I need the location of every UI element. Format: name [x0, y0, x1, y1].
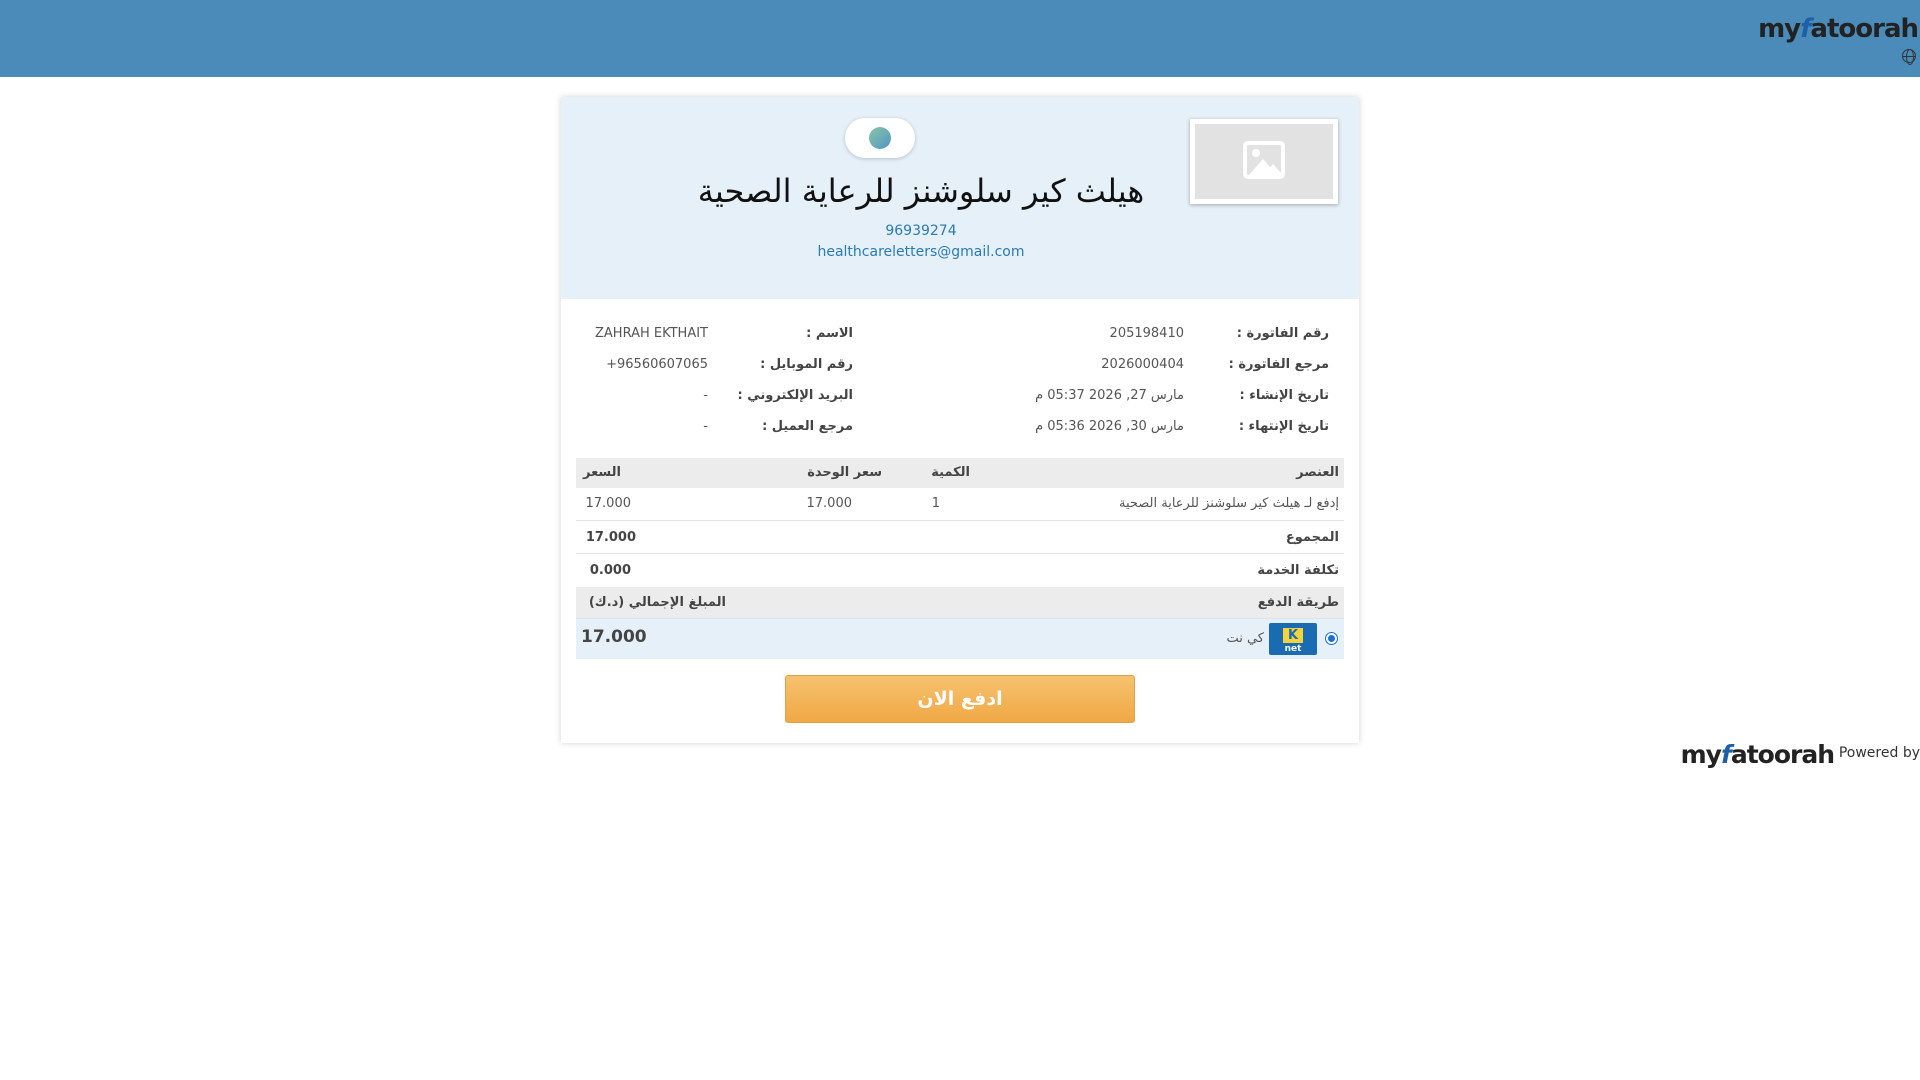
row-item: إدفع لـ هيلث كير سلوشنز للرعاية الصحية	[1118, 496, 1339, 511]
header-unit-price: سعر الوحدة	[807, 465, 882, 480]
knet-logo-icon: K net	[1269, 623, 1317, 655]
total-amount-label: المبلغ الإجمالي (د.ك)	[588, 595, 726, 610]
theme-toggle-button[interactable]	[845, 118, 915, 158]
footer-brand-mark: f	[1720, 740, 1732, 769]
merchant-phone[interactable]: 96939274	[601, 223, 1241, 239]
image-placeholder-icon	[1243, 141, 1285, 179]
powered-by-text: Powered by	[1838, 745, 1920, 761]
knet-label: كي نت	[1226, 631, 1264, 646]
customer-email-label: البريد الإلكتروني :	[737, 388, 853, 403]
payment-option-knet[interactable]: K net كي نت 17.000	[576, 618, 1344, 659]
header-item: العنصر	[1296, 465, 1339, 480]
theme-toggle-icon	[869, 127, 891, 149]
subtotal-value: 17.000	[585, 530, 636, 545]
myfatoorah-logo[interactable]: myfatoorah	[1758, 14, 1919, 44]
service-fee-value: 0.000	[589, 563, 631, 578]
row-price: 17.000	[585, 496, 632, 511]
invoice-number-label: رقم الفاتورة :	[1236, 326, 1329, 341]
merchant-name: هيلث كير سلوشنز للرعاية الصحية	[697, 172, 1145, 210]
invoice-reference-value: 2026000404	[1101, 357, 1184, 372]
service-fee-row: تكلفة الخدمة 0.000	[576, 554, 1344, 587]
powered-by: Powered by myfatoorah	[1680, 740, 1920, 770]
brand-mark: f	[1800, 14, 1811, 44]
pay-now-button[interactable]: ادفع الان	[785, 675, 1135, 723]
created-date-label: تاريخ الإنشاء :	[1239, 388, 1329, 403]
customer-mobile-value: +96560607065	[606, 357, 708, 372]
row-quantity: 1	[931, 496, 940, 511]
footer-myfatoorah-logo[interactable]: myfatoorah	[1680, 740, 1835, 769]
customer-reference-value: -	[703, 419, 708, 434]
knet-logo-letter: K	[1283, 628, 1303, 643]
footer-brand-suffix: atoorah	[1730, 740, 1835, 769]
service-fee-label: تكلفة الخدمة	[1257, 563, 1339, 578]
created-date-value: مارس 27, 2026 05:37 م	[1035, 388, 1184, 403]
globe-icon[interactable]	[1902, 49, 1916, 65]
customer-name-label: الاسم :	[806, 326, 853, 341]
merchant-email[interactable]: healthcareletters@gmail.com	[601, 244, 1241, 260]
invoice-reference-label: مرجع الفاتورة :	[1228, 357, 1329, 372]
invoice-card: هيلث كير سلوشنز للرعاية الصحية 96939274 …	[561, 97, 1359, 743]
knet-logo-word: net	[1284, 644, 1302, 654]
header-quantity: الكمية	[931, 465, 970, 480]
customer-mobile-label: رقم الموبايل :	[760, 357, 853, 372]
customer-name-value: ZAHRAH EKTHAIT	[595, 326, 708, 341]
subtotal-label: المجموع	[1285, 530, 1339, 545]
knet-radio[interactable]	[1325, 632, 1338, 645]
customer-email-value: -	[703, 388, 708, 403]
invoice-number-value: 205198410	[1109, 326, 1184, 341]
table-row: إدفع لـ هيلث كير سلوشنز للرعاية الصحية 1…	[576, 488, 1344, 521]
subtotal-row: المجموع 17.000	[576, 521, 1344, 554]
row-unit-price: 17.000	[806, 496, 853, 511]
total-amount-value: 17.000	[581, 627, 647, 647]
brand-suffix: atoorah	[1810, 14, 1919, 44]
brand-prefix: my	[1758, 14, 1801, 44]
expiry-date-value: مارس 30, 2026 05:36 م	[1035, 419, 1184, 434]
top-bar: myfatoorah	[0, 0, 1920, 77]
payment-method-label: طريقة الدفع	[1257, 595, 1339, 610]
header-price: السعر	[583, 465, 621, 480]
items-table: العنصر الكمية سعر الوحدة السعر إدفع لـ ه…	[576, 458, 1344, 618]
table-header: العنصر الكمية سعر الوحدة السعر	[576, 458, 1344, 488]
payment-header-row: طريقة الدفع المبلغ الإجمالي (د.ك)	[576, 587, 1344, 618]
expiry-date-label: تاريخ الإنتهاء :	[1238, 419, 1329, 434]
customer-reference-label: مرجع العميل :	[762, 419, 853, 434]
footer-brand-prefix: my	[1680, 740, 1722, 769]
merchant-header: هيلث كير سلوشنز للرعاية الصحية 96939274 …	[561, 97, 1359, 299]
